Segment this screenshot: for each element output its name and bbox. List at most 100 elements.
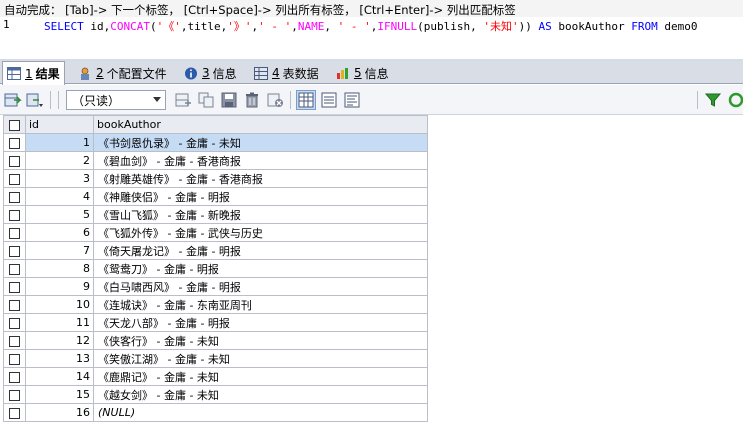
select-all-checkbox[interactable]	[3, 115, 26, 134]
tab-info-2[interactable]: 5 信息	[332, 62, 393, 84]
result-grid-icon	[7, 67, 21, 80]
table-row[interactable]: 2 《碧血剑》 - 金庸 - 香港商报	[3, 151, 428, 170]
cell-id[interactable]: 4	[25, 187, 94, 206]
row-checkbox[interactable]	[3, 223, 26, 242]
cell-bookauthor[interactable]: 《天龙八部》 - 金庸 - 明报	[93, 313, 428, 332]
table-row[interactable]: 16 (NULL)	[3, 403, 428, 422]
cell-bookauthor[interactable]: 《鹿鼎记》 - 金庸 - 未知	[93, 367, 428, 386]
checkbox-icon	[9, 389, 20, 401]
table-row[interactable]: 13 《笑傲江湖》 - 金庸 - 未知	[3, 349, 428, 368]
cell-bookauthor[interactable]: 《神雕侠侣》 - 金庸 - 明报	[93, 187, 428, 206]
cell-id[interactable]: 5	[25, 205, 94, 224]
duplicate-row-icon[interactable]	[197, 91, 215, 109]
tab-profile-label: 个配置文件	[106, 66, 167, 81]
cell-id[interactable]: 2	[25, 151, 94, 170]
row-checkbox[interactable]	[3, 151, 26, 170]
column-header-bookauthor[interactable]: bookAuthor	[93, 115, 428, 134]
row-checkbox[interactable]	[3, 403, 26, 422]
cell-bookauthor[interactable]: 《连城诀》 - 金庸 - 东南亚周刊	[93, 295, 428, 314]
table-row[interactable]: 6 《飞狐外传》 - 金庸 - 武侠与历史	[3, 223, 428, 242]
cell-bookauthor[interactable]: 《白马啸西风》 - 金庸 - 明报	[93, 277, 428, 296]
tab-profile[interactable]: 2 个配置文件	[74, 62, 171, 84]
checkbox-icon	[9, 245, 20, 257]
cell-id[interactable]: 10	[25, 295, 94, 314]
form-view-icon[interactable]	[320, 91, 338, 109]
cell-bookauthor[interactable]: 《倚天屠龙记》 - 金庸 - 明报	[93, 241, 428, 260]
cell-id[interactable]: 13	[25, 349, 94, 368]
text-view-icon[interactable]	[343, 91, 361, 109]
row-checkbox[interactable]	[3, 313, 26, 332]
cell-bookauthor[interactable]: 《雪山飞狐》 - 金庸 - 新晚报	[93, 205, 428, 224]
cell-id[interactable]: 15	[25, 385, 94, 404]
cell-id[interactable]: 12	[25, 331, 94, 350]
row-checkbox[interactable]	[3, 349, 26, 368]
view-mode-select[interactable]: （只读）	[66, 90, 166, 110]
refresh-icon[interactable]	[727, 91, 743, 109]
checkbox-icon	[9, 227, 20, 239]
cell-id[interactable]: 6	[25, 223, 94, 242]
table-row[interactable]: 15 《越女剑》 - 金庸 - 未知	[3, 385, 428, 404]
table-row[interactable]: 4 《神雕侠侣》 - 金庸 - 明报	[3, 187, 428, 206]
delete-icon[interactable]	[243, 91, 261, 109]
table-row[interactable]: 9 《白马啸西风》 - 金庸 - 明报	[3, 277, 428, 296]
cell-bookauthor[interactable]: 《笑傲江湖》 - 金庸 - 未知	[93, 349, 428, 368]
table-row[interactable]: 14 《鹿鼎记》 - 金庸 - 未知	[3, 367, 428, 386]
table-row[interactable]: 11 《天龙八部》 - 金庸 - 明报	[3, 313, 428, 332]
table-row[interactable]: 8 《鸳鸯刀》 - 金庸 - 明报	[3, 259, 428, 278]
row-checkbox[interactable]	[3, 169, 26, 188]
sql-token: ' - '	[337, 20, 371, 33]
table-row[interactable]: 5 《雪山飞狐》 - 金庸 - 新晚报	[3, 205, 428, 224]
cell-id[interactable]: 16	[25, 403, 94, 422]
sql-editor[interactable]: 1 SELECT id,CONCAT('《',title,'》',' - ',N…	[0, 17, 743, 60]
row-checkbox[interactable]	[3, 259, 26, 278]
cell-id[interactable]: 14	[25, 367, 94, 386]
cell-id[interactable]: 9	[25, 277, 94, 296]
row-checkbox[interactable]	[3, 331, 26, 350]
grid-view-icon[interactable]	[296, 90, 316, 110]
row-checkbox[interactable]	[3, 367, 26, 386]
cell-bookauthor[interactable]: 《书剑恩仇录》 - 金庸 - 未知	[93, 133, 428, 152]
table-row[interactable]: 10 《连城诀》 - 金庸 - 东南亚周刊	[3, 295, 428, 314]
cell-bookauthor[interactable]: 《射雕英雄传》 - 金庸 - 香港商报	[93, 169, 428, 188]
cell-id[interactable]: 3	[25, 169, 94, 188]
export-icon[interactable]	[4, 91, 22, 109]
sql-token: ,	[324, 20, 338, 33]
cell-bookauthor[interactable]: 《飞狐外传》 - 金庸 - 武侠与历史	[93, 223, 428, 242]
tab-info[interactable]: 3 信息	[180, 62, 241, 84]
table-row[interactable]: 1 《书剑恩仇录》 - 金庸 - 未知	[3, 133, 428, 152]
checkbox-icon	[9, 119, 20, 131]
table-row[interactable]: 12 《侠客行》 - 金庸 - 未知	[3, 331, 428, 350]
row-checkbox[interactable]	[3, 277, 26, 296]
toolbar-divider	[50, 91, 51, 109]
cell-bookauthor[interactable]: 《越女剑》 - 金庸 - 未知	[93, 385, 428, 404]
cell-id[interactable]: 1	[25, 133, 94, 152]
column-header-id[interactable]: id	[25, 115, 94, 134]
row-checkbox[interactable]	[3, 295, 26, 314]
sql-token: '未知'	[483, 20, 519, 33]
table-row[interactable]: 7 《倚天屠龙记》 - 金庸 - 明报	[3, 241, 428, 260]
cell-bookauthor[interactable]: 《碧血剑》 - 金庸 - 香港商报	[93, 151, 428, 170]
insert-row-icon[interactable]	[174, 91, 192, 109]
cell-id[interactable]: 8	[25, 259, 94, 278]
profile-icon	[78, 67, 92, 80]
tab-table-data-label: 表数据	[282, 66, 319, 81]
row-checkbox[interactable]	[3, 385, 26, 404]
table-row[interactable]: 3 《射雕英雄传》 - 金庸 - 香港商报	[3, 169, 428, 188]
cell-bookauthor[interactable]: 《鸳鸯刀》 - 金庸 - 明报	[93, 259, 428, 278]
cell-bookauthor[interactable]: (NULL)	[93, 403, 428, 422]
filter-icon[interactable]	[704, 91, 722, 109]
cell-bookauthor[interactable]: 《侠客行》 - 金庸 - 未知	[93, 331, 428, 350]
row-checkbox[interactable]	[3, 205, 26, 224]
row-checkbox[interactable]	[3, 133, 26, 152]
tab-table-data[interactable]: 4 表数据	[250, 62, 323, 84]
cell-id[interactable]: 11	[25, 313, 94, 332]
save-icon[interactable]	[220, 91, 238, 109]
row-checkbox[interactable]	[3, 187, 26, 206]
sql-code-line[interactable]: SELECT id,CONCAT('《',title,'》',' - ',NAM…	[44, 18, 743, 34]
import-dropdown-icon[interactable]	[26, 91, 44, 109]
discard-changes-icon[interactable]	[266, 91, 284, 109]
tab-result-number: 1	[25, 66, 33, 81]
row-checkbox[interactable]	[3, 241, 26, 260]
tab-result[interactable]: 1 结果	[2, 61, 65, 85]
cell-id[interactable]: 7	[25, 241, 94, 260]
